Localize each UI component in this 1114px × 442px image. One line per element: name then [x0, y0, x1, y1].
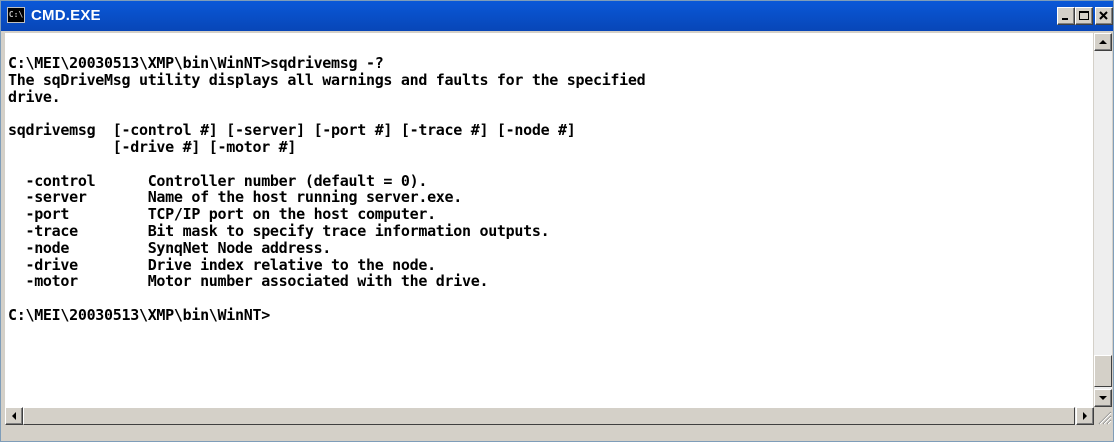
arrow-down-icon	[1099, 396, 1107, 400]
horizontal-scrollbar[interactable]	[5, 407, 1094, 425]
maximize-icon	[1079, 11, 1089, 20]
console-line: -drive Drive index relative to the node.	[8, 255, 436, 274]
console-line: -port TCP/IP port on the host computer.	[8, 205, 436, 224]
scroll-right-button[interactable]	[1076, 407, 1094, 425]
vertical-scroll-thumb[interactable]	[1094, 355, 1112, 387]
title-bar[interactable]: C:\ CMD.EXE	[1, 1, 1113, 31]
console-line: -server Name of the host running server.…	[8, 188, 463, 207]
maximize-button[interactable]	[1075, 7, 1093, 25]
console-line: -control Controller number (default = 0)…	[8, 171, 428, 190]
cmd-icon[interactable]: C:\	[7, 7, 25, 23]
close-icon	[1099, 11, 1108, 20]
minimize-icon	[1062, 18, 1068, 20]
cmd-window: C:\ CMD.EXE C:\MEI\20030513\XMP\bin\WinN…	[0, 0, 1114, 442]
minimize-button[interactable]	[1057, 7, 1075, 25]
console-line: drive.	[8, 87, 61, 106]
console-line: C:\MEI\20030513\XMP\bin\WinNT>sqdrivemsg…	[8, 54, 384, 72]
console-line: -node SynqNet Node address.	[8, 238, 332, 257]
horizontal-scroll-thumb[interactable]	[23, 407, 1075, 425]
arrow-left-icon	[12, 412, 16, 420]
scroll-up-button[interactable]	[1094, 33, 1112, 51]
console-output[interactable]: C:\MEI\20030513\XMP\bin\WinNT> sqdrivemsg…	[5, 33, 1093, 407]
window-title: CMD.EXE	[31, 7, 101, 24]
console-line: The sqDriveMsg utility displays all warn…	[8, 70, 646, 89]
scroll-down-button[interactable]	[1094, 389, 1112, 407]
resize-grip-icon	[1098, 411, 1112, 425]
arrow-up-icon	[1099, 40, 1107, 44]
console-line: C:\MEI\20030513\XMP\bin\WinNT>	[8, 305, 270, 324]
resize-grip[interactable]	[1094, 407, 1112, 425]
close-button[interactable]	[1095, 7, 1113, 25]
scroll-left-button[interactable]	[5, 407, 23, 425]
vertical-scrollbar[interactable]	[1094, 33, 1112, 407]
console-line: -motor Motor number associated with the …	[8, 272, 489, 291]
arrow-right-icon	[1083, 412, 1087, 420]
window-bottom-frame	[1, 425, 1113, 441]
console-line: sqdrivemsg [-control #] [-server] [-port…	[8, 121, 576, 140]
console-line: -trace Bit mask to specify trace informa…	[8, 221, 550, 240]
console-line: [-drive #] [-motor #]	[8, 137, 297, 156]
console-text: C:\MEI\20030513\XMP\bin\WinNT> sqdrivemsg…	[8, 54, 646, 324]
